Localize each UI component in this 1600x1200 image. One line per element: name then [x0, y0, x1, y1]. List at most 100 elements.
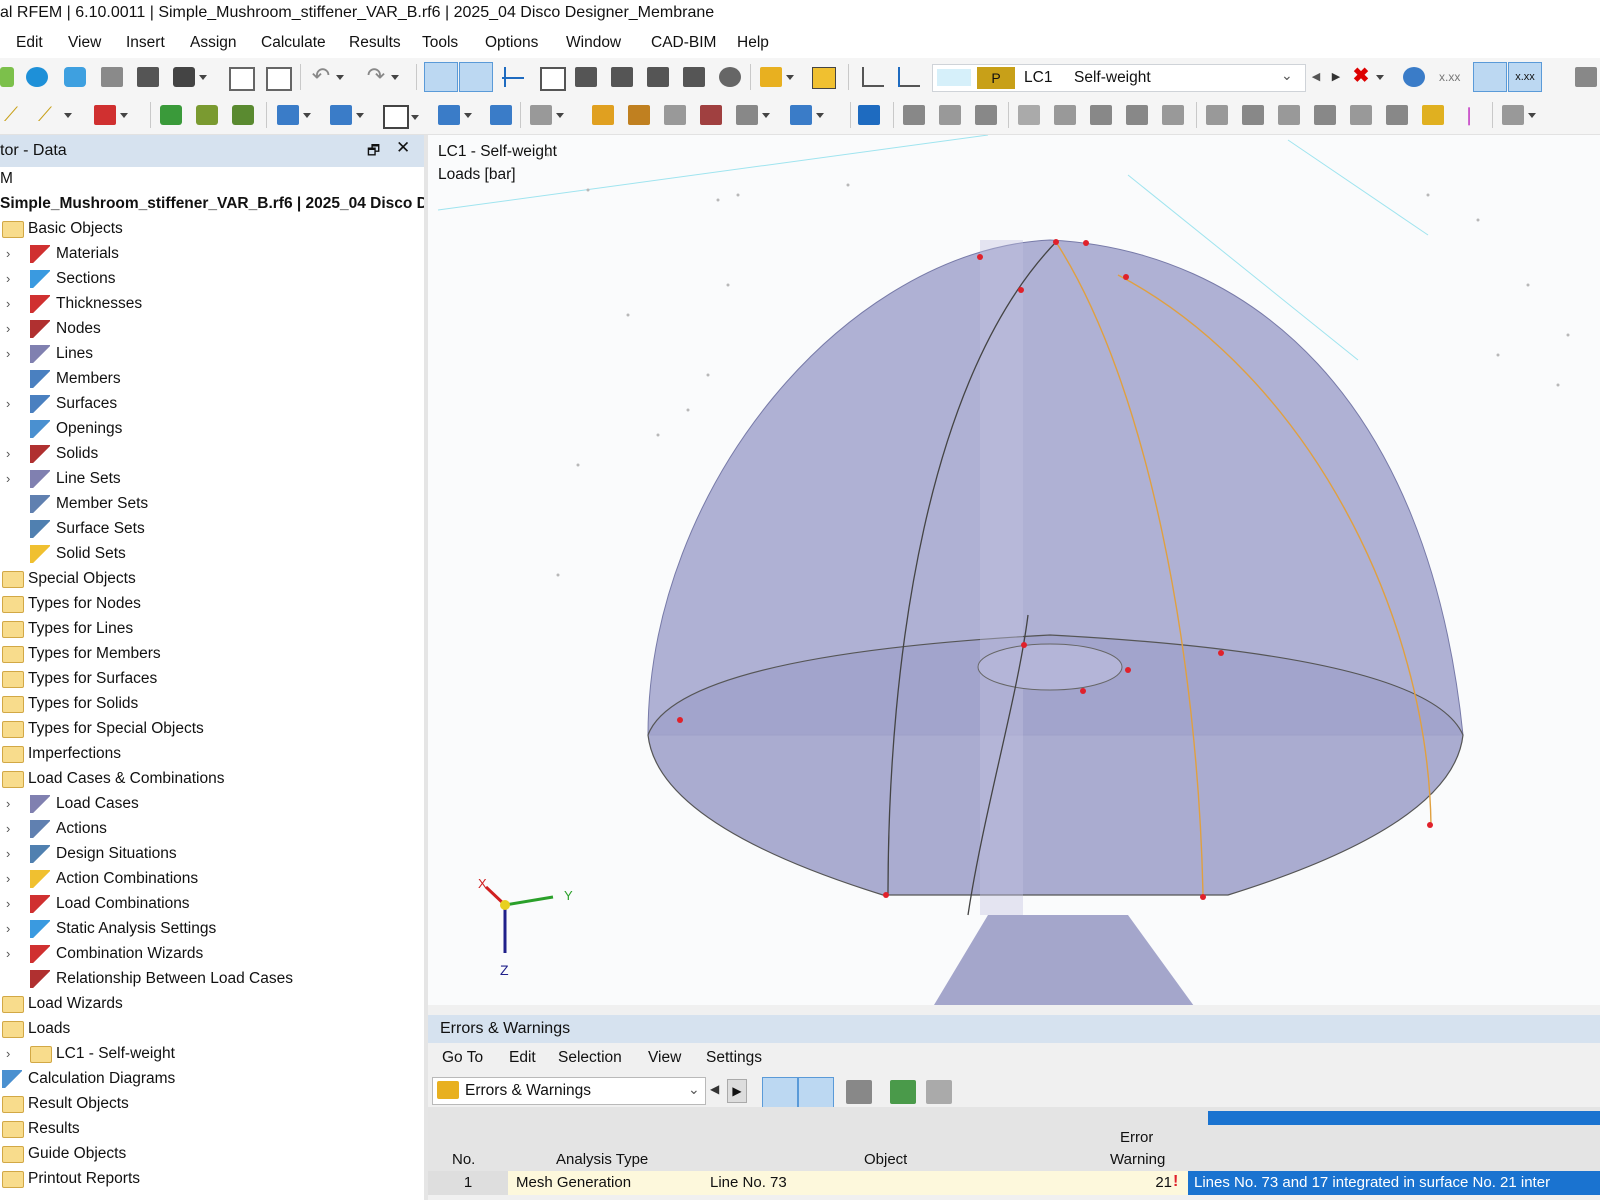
tree-item[interactable]: Special Objects — [0, 567, 424, 592]
tree-item[interactable]: ›Load Cases — [0, 792, 424, 817]
tree-item[interactable]: Result Objects — [0, 1092, 424, 1117]
line-display-icon[interactable] — [1162, 105, 1184, 125]
show-icon[interactable] — [1403, 67, 1425, 87]
tree-item[interactable]: ›Load Combinations — [0, 892, 424, 917]
document-icon[interactable] — [266, 67, 292, 91]
tables-toggle-icon[interactable] — [459, 62, 493, 92]
menu-edit[interactable]: Edit — [16, 34, 43, 52]
tree-item[interactable]: Types for Nodes — [0, 592, 424, 617]
view-side-icon[interactable] — [975, 105, 997, 125]
tree-item[interactable]: Types for Surfaces — [0, 667, 424, 692]
menu-window[interactable]: Window — [566, 34, 621, 52]
tree-item[interactable]: ›Design Situations — [0, 842, 424, 867]
print-preview-icon[interactable] — [101, 67, 123, 87]
chevron-right-icon[interactable]: › — [6, 946, 10, 961]
export-excel-icon[interactable] — [890, 1080, 916, 1104]
tree-item[interactable]: Types for Solids — [0, 692, 424, 717]
line-support-icon[interactable] — [196, 105, 218, 125]
align-6-icon[interactable] — [1386, 105, 1408, 125]
view-toggle-icon[interactable] — [1473, 62, 1507, 92]
measure-icon[interactable] — [1502, 105, 1524, 125]
panel-icon[interactable] — [502, 67, 524, 87]
film-icon[interactable] — [611, 67, 633, 87]
tree-item[interactable]: Guide Objects — [0, 1142, 424, 1167]
highlight-object-icon[interactable] — [798, 1077, 834, 1109]
open-model-icon[interactable] — [26, 67, 48, 87]
tree-item[interactable]: ›Static Analysis Settings — [0, 917, 424, 942]
dimension-icon[interactable] — [592, 105, 614, 125]
report-icon[interactable] — [229, 67, 255, 91]
tree-item[interactable]: ›Solids — [0, 442, 424, 467]
tree-item[interactable]: Openings — [0, 417, 424, 442]
tree-item[interactable]: Relationship Between Load Cases — [0, 967, 424, 992]
chevron-right-icon[interactable]: › — [6, 1046, 10, 1061]
values-display-icon[interactable] — [812, 67, 836, 89]
surface-support-icon[interactable] — [232, 105, 254, 125]
tree-item[interactable]: Types for Special Objects — [0, 717, 424, 742]
filter-icon[interactable]: ✖ — [1350, 67, 1372, 87]
tree-item[interactable]: Calculation Diagrams — [0, 1067, 424, 1092]
lc-next-icon[interactable]: ▶ — [1327, 67, 1345, 87]
rendering-icon[interactable] — [1054, 105, 1076, 125]
settings-icon[interactable] — [926, 1080, 952, 1104]
tree-item[interactable]: Surface Sets — [0, 517, 424, 542]
probe-icon[interactable]: ❘ — [1458, 105, 1480, 125]
chevron-right-icon[interactable]: › — [6, 896, 10, 911]
lc-prev-icon[interactable]: ◀ — [1307, 67, 1325, 87]
line-load-icon[interactable] — [330, 105, 352, 125]
tree-item[interactable]: Imperfections — [0, 742, 424, 767]
tree-item[interactable]: ›Actions — [0, 817, 424, 842]
ew-menu-view[interactable]: View — [648, 1049, 681, 1067]
chevron-right-icon[interactable]: › — [6, 446, 10, 461]
wand-icon[interactable]: ⟋ — [4, 105, 26, 125]
menu-insert[interactable]: Insert — [126, 34, 165, 52]
model-info-icon[interactable] — [64, 67, 86, 87]
result-display-icon[interactable] — [760, 67, 782, 87]
chevron-right-icon[interactable]: › — [6, 271, 10, 286]
tree-file[interactable]: Simple_Mushroom_stiffener_VAR_B.rf6 | 20… — [0, 192, 424, 217]
solid-display-icon[interactable] — [1090, 105, 1112, 125]
section-cut-icon[interactable] — [700, 105, 722, 125]
layers-icon[interactable] — [647, 67, 669, 87]
calculator-icon[interactable] — [683, 67, 705, 87]
more-icon[interactable] — [1575, 67, 1597, 87]
errors-view-select[interactable]: Errors & Warnings ⌄ — [432, 1077, 706, 1105]
next-result-icon[interactable]: ▶ — [727, 1079, 747, 1103]
chevron-right-icon[interactable]: › — [6, 846, 10, 861]
restore-icon[interactable]: 🗗 — [367, 140, 380, 164]
tree-item[interactable]: Basic Objects — [0, 217, 424, 242]
tree-item[interactable]: ›Sections — [0, 267, 424, 292]
globe-icon[interactable] — [719, 67, 741, 87]
tree-item[interactable]: Load Cases & Combinations — [0, 767, 424, 792]
tree-item[interactable]: Printout Reports — [0, 1167, 424, 1192]
tree-item[interactable]: Load Wizards — [0, 992, 424, 1017]
tree-item[interactable]: ›Surfaces — [0, 392, 424, 417]
view-front-icon[interactable] — [939, 105, 961, 125]
print-icon[interactable] — [173, 67, 195, 87]
select-icon[interactable] — [858, 105, 880, 125]
numbering-icon[interactable]: x.xx — [1439, 67, 1461, 87]
tree-item[interactable]: Solid Sets — [0, 542, 424, 567]
prev-result-icon[interactable]: ◀ — [710, 1082, 719, 1096]
load-case-next-icon[interactable] — [898, 67, 920, 87]
menu-results[interactable]: Results — [349, 34, 401, 52]
tree-item[interactable]: ›Line Sets — [0, 467, 424, 492]
undo-icon[interactable]: ↶ — [310, 67, 332, 87]
tree-item[interactable]: Results — [0, 1117, 424, 1142]
menu-cad-bim[interactable]: CAD-BIM — [651, 34, 716, 52]
chevron-right-icon[interactable]: › — [6, 346, 10, 361]
ew-menu-goto[interactable]: Go To — [442, 1049, 483, 1067]
align-5-icon[interactable] — [1350, 105, 1372, 125]
ew-menu-edit[interactable]: Edit — [509, 1049, 536, 1067]
tree-item[interactable]: ›Materials — [0, 242, 424, 267]
support-icon[interactable] — [160, 105, 182, 125]
chevron-right-icon[interactable]: › — [6, 246, 10, 261]
chevron-right-icon[interactable]: › — [6, 821, 10, 836]
snap-icon[interactable] — [530, 105, 552, 125]
tree-item[interactable]: ›Lines — [0, 342, 424, 367]
tree-item[interactable]: Types for Members — [0, 642, 424, 667]
chevron-right-icon[interactable]: › — [6, 471, 10, 486]
chevron-right-icon[interactable]: › — [6, 396, 10, 411]
tree-item[interactable]: ›Combination Wizards — [0, 942, 424, 967]
wireframe-icon[interactable] — [1018, 105, 1040, 125]
